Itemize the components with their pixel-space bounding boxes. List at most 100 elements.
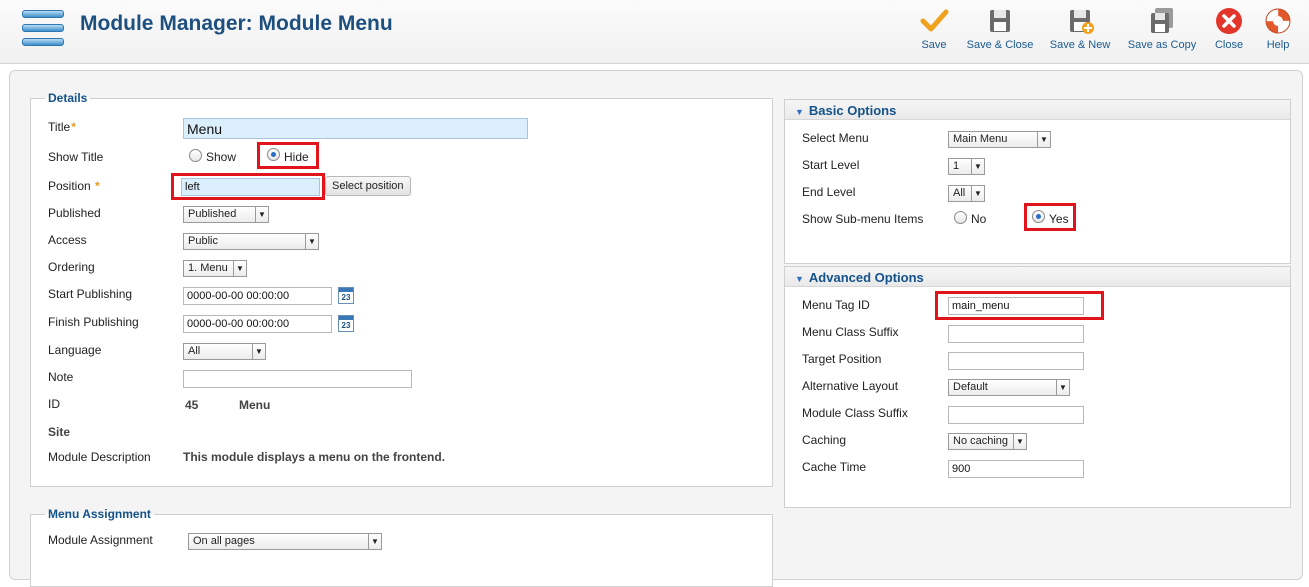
select-menu-label: Select Menu bbox=[802, 131, 869, 145]
show-submenu-label: Show Sub-menu Items bbox=[802, 212, 924, 226]
save-copy-icon bbox=[1151, 8, 1173, 33]
start-publishing-label: Start Publishing bbox=[48, 287, 133, 301]
cache-time-label: Cache Time bbox=[802, 460, 867, 474]
ordering-select[interactable]: 1. Menu ▼ bbox=[183, 260, 247, 277]
save-as-copy-label: Save as Copy bbox=[1127, 39, 1197, 51]
required-star-icon: * bbox=[91, 179, 100, 193]
close-icon bbox=[1216, 8, 1242, 34]
menu-tag-id-label: Menu Tag ID bbox=[802, 298, 870, 312]
id-label: ID bbox=[48, 397, 60, 411]
checkmark-icon bbox=[920, 9, 949, 32]
module-class-suffix-input[interactable] bbox=[948, 406, 1084, 424]
save-close-button[interactable]: Save & Close bbox=[963, 4, 1037, 56]
title-input[interactable] bbox=[183, 118, 528, 139]
site-label: Site bbox=[48, 425, 71, 439]
save-button[interactable]: Save bbox=[916, 4, 952, 56]
chevron-down-icon: ▼ bbox=[1013, 434, 1026, 449]
help-label: Help bbox=[1266, 39, 1290, 51]
chevron-down-icon: ▼ bbox=[252, 344, 265, 359]
target-position-input[interactable] bbox=[948, 352, 1084, 370]
calendar-icon[interactable]: 23 bbox=[338, 287, 354, 304]
module-assignment-label: Module Assignment bbox=[48, 533, 153, 547]
chevron-down-icon: ▼ bbox=[305, 234, 318, 249]
chevron-down-icon: ▼ bbox=[233, 261, 246, 276]
calendar-icon[interactable]: 23 bbox=[338, 315, 354, 332]
save-new-label: Save & New bbox=[1049, 39, 1111, 51]
select-position-button[interactable]: Select position bbox=[325, 176, 411, 196]
show-submenu-yes-radio[interactable] bbox=[1032, 210, 1045, 223]
alternative-layout-label: Alternative Layout bbox=[802, 379, 899, 393]
id-value: 45 bbox=[185, 398, 199, 412]
end-level-label: End Level bbox=[802, 185, 856, 199]
position-label: Position * bbox=[48, 179, 100, 193]
triangle-down-icon: ▼ bbox=[795, 274, 804, 284]
module-assignment-select[interactable]: On all pages ▼ bbox=[188, 533, 382, 550]
access-select[interactable]: Public ▼ bbox=[183, 233, 319, 250]
save-as-copy-button[interactable]: Save as Copy bbox=[1125, 4, 1199, 56]
menu-assignment-panel: Menu Assignment bbox=[30, 507, 773, 587]
required-star-icon: * bbox=[71, 120, 76, 134]
close-button[interactable]: Close bbox=[1211, 4, 1247, 56]
end-level-select[interactable]: All ▼ bbox=[948, 185, 985, 202]
basic-options-header[interactable]: ▼ Basic Options bbox=[785, 100, 1290, 120]
start-level-label: Start Level bbox=[802, 158, 860, 172]
hide-option-label: Hide bbox=[284, 150, 309, 164]
module-description-value: This module displays a menu on the front… bbox=[183, 450, 446, 464]
menu-class-suffix-label: Menu Class Suffix bbox=[802, 325, 899, 339]
yes-option-label: Yes bbox=[1049, 212, 1069, 226]
show-option-label: Show bbox=[206, 150, 237, 164]
details-panel: Details bbox=[30, 91, 773, 487]
menu-assignment-legend: Menu Assignment bbox=[48, 507, 151, 521]
module-manager-logo-icon bbox=[22, 8, 64, 50]
id-type-value: Menu bbox=[239, 398, 271, 412]
chevron-down-icon: ▼ bbox=[971, 186, 984, 201]
save-label: Save bbox=[921, 39, 947, 51]
finish-publishing-input[interactable] bbox=[183, 315, 332, 333]
module-class-suffix-label: Module Class Suffix bbox=[802, 406, 908, 420]
triangle-down-icon: ▼ bbox=[795, 107, 804, 117]
start-publishing-input[interactable] bbox=[183, 287, 332, 305]
toolbar: Module Manager: Module Menu Save Save & … bbox=[0, 0, 1309, 64]
menu-class-suffix-input[interactable] bbox=[948, 325, 1084, 343]
close-label: Close bbox=[1214, 39, 1244, 51]
access-label: Access bbox=[48, 233, 87, 247]
start-level-select[interactable]: 1 ▼ bbox=[948, 158, 985, 175]
published-select[interactable]: Published ▼ bbox=[183, 206, 269, 223]
lifebuoy-help-icon bbox=[1265, 8, 1291, 34]
target-position-label: Target Position bbox=[802, 352, 882, 366]
show-title-show-radio[interactable] bbox=[189, 149, 202, 162]
title-label: Title* bbox=[48, 120, 76, 134]
menu-tag-id-input[interactable] bbox=[948, 297, 1084, 315]
alternative-layout-select[interactable]: Default ▼ bbox=[948, 379, 1070, 396]
chevron-down-icon: ▼ bbox=[1056, 380, 1069, 395]
save-new-button[interactable]: Save & New bbox=[1047, 4, 1113, 56]
chevron-down-icon: ▼ bbox=[971, 159, 984, 174]
caching-label: Caching bbox=[802, 433, 847, 447]
advanced-options-header[interactable]: ▼ Advanced Options bbox=[785, 267, 1290, 287]
language-label: Language bbox=[48, 343, 102, 357]
published-label: Published bbox=[48, 206, 101, 220]
no-option-label: No bbox=[971, 212, 987, 226]
show-submenu-no-radio[interactable] bbox=[954, 211, 967, 224]
position-input[interactable] bbox=[181, 178, 320, 196]
note-label: Note bbox=[48, 370, 74, 384]
save-close-label: Save & Close bbox=[966, 39, 1034, 51]
select-menu-select[interactable]: Main Menu ▼ bbox=[948, 131, 1051, 148]
show-title-hide-radio[interactable] bbox=[267, 148, 280, 161]
chevron-down-icon: ▼ bbox=[255, 207, 268, 222]
save-new-icon bbox=[1070, 10, 1094, 34]
cache-time-input[interactable] bbox=[948, 460, 1084, 478]
basic-options-panel: ▼ Basic Options bbox=[784, 99, 1291, 264]
note-input[interactable] bbox=[183, 370, 412, 388]
details-legend: Details bbox=[48, 91, 88, 105]
chevron-down-icon: ▼ bbox=[368, 534, 381, 549]
language-select[interactable]: All ▼ bbox=[183, 343, 266, 360]
save-disk-icon bbox=[990, 10, 1010, 32]
caching-select[interactable]: No caching ▼ bbox=[948, 433, 1027, 450]
chevron-down-icon: ▼ bbox=[1037, 132, 1050, 147]
ordering-label: Ordering bbox=[48, 260, 95, 274]
page-title: Module Manager: Module Menu bbox=[80, 12, 393, 35]
module-description-label: Module Description bbox=[48, 450, 151, 464]
finish-publishing-label: Finish Publishing bbox=[48, 315, 139, 329]
help-button[interactable]: Help bbox=[1261, 4, 1295, 56]
